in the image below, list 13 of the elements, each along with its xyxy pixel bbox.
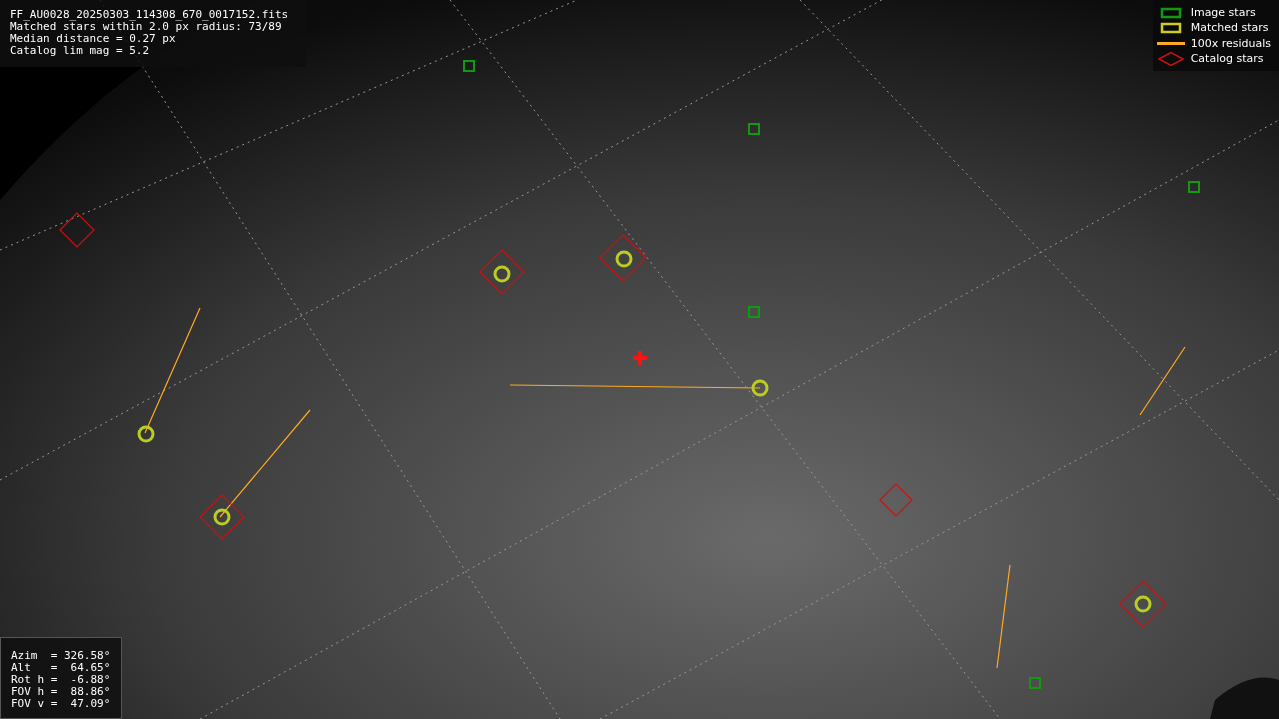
legend-label: Catalog stars <box>1190 51 1264 67</box>
info-text: Matched stars within 2.0 px radius: 73/89 <box>10 21 282 33</box>
legend-label: Image stars <box>1190 4 1256 21</box>
info-text: FOV h = 88.86° <box>11 686 111 698</box>
legend-label: 100x residuals <box>1190 35 1271 52</box>
info-text: FF_AU0028_20250303_114308_670_0017152.fits <box>10 9 290 21</box>
info-text: FOV v = 47.09° <box>11 698 111 710</box>
info-text: Catalog lim mag = 5.2 <box>10 45 151 57</box>
info-text: Alt = 64.65° <box>11 662 111 674</box>
info-text: Rot h = -6.88° <box>11 674 111 686</box>
info-text: Azim = 326.58° <box>11 650 111 662</box>
legend-label: Matched stars <box>1190 20 1269 36</box>
info-text: Median distance = 0.27 px <box>10 33 177 45</box>
